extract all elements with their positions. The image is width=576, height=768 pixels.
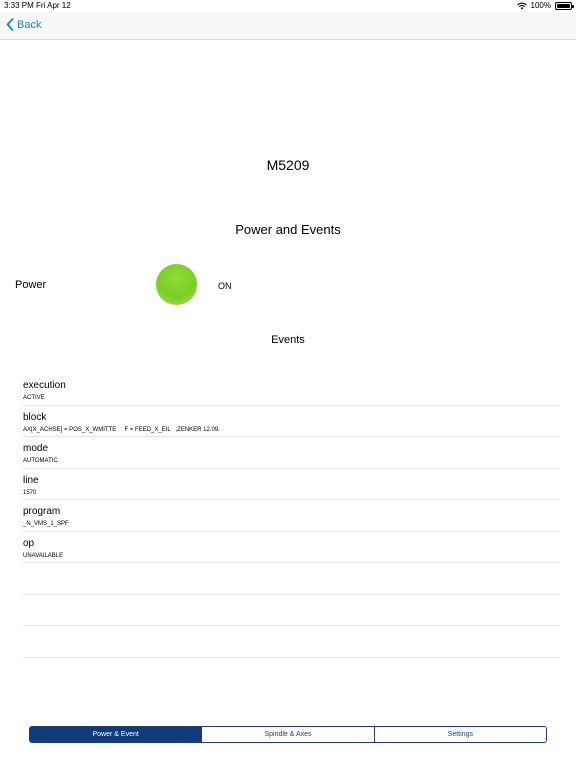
tab-segmented-control: Power & Event Spindle & Axes Settings [29, 726, 547, 743]
battery-icon [555, 1, 574, 10]
list-item: block AX[X_ACHSE] = POS_X_WMITTE F = FEE… [23, 406, 560, 437]
status-bar: 3:33 PM Fri Apr 12 100% [0, 0, 576, 12]
event-name: block [23, 411, 47, 423]
tab-settings[interactable]: Settings [373, 727, 546, 742]
tab-power-event[interactable]: Power & Event [30, 727, 202, 742]
event-value: AUTOMATIC [23, 458, 58, 464]
battery-percent: 100% [530, 1, 551, 10]
list-item: execution ACTIVE [23, 374, 560, 406]
power-label: Power [15, 279, 47, 291]
event-value: 1570 [23, 489, 37, 496]
event-name: mode [23, 443, 49, 454]
event-name: op [23, 537, 35, 549]
back-button[interactable]: Back [6, 18, 41, 31]
event-value: ACTIVE [23, 395, 45, 401]
event-name: execution [23, 380, 66, 391]
events-list: execution ACTIVE block AX[X_ACHSE] = POS… [23, 374, 560, 658]
event-value: _N_VMS_1_SPF [23, 521, 69, 527]
status-right: 100% [516, 1, 574, 10]
machine-title: M5209 [266, 157, 310, 173]
power-value: ON [218, 281, 232, 291]
event-value: UNAVAILABLE [23, 552, 64, 559]
list-item-empty [23, 563, 560, 595]
chevron-left-icon [6, 18, 14, 31]
events-title: Events [271, 334, 305, 346]
list-item: line 1570 [23, 469, 560, 500]
list-item: op UNAVAILABLE [23, 532, 560, 563]
event-name: program [23, 506, 61, 517]
section-title: Power and Events [235, 222, 341, 237]
list-item: mode AUTOMATIC [23, 437, 560, 469]
tab-spindle-axes[interactable]: Spindle & Axes [201, 727, 374, 742]
back-label: Back [17, 18, 42, 31]
status-time: 3:33 PM [4, 1, 34, 10]
event-value: AX[X_ACHSE] = POS_X_WMITTE F = FEED_X_EI… [23, 426, 220, 433]
list-item-empty [23, 595, 560, 626]
list-item-empty [23, 626, 560, 658]
list-item: program _N_VMS_1_SPF [23, 500, 560, 532]
navigation-bar: Back [0, 12, 576, 40]
event-name: line [23, 474, 39, 486]
power-status-indicator [156, 264, 197, 305]
wifi-icon [516, 2, 527, 9]
status-date: Fri Apr 12 [36, 1, 71, 10]
